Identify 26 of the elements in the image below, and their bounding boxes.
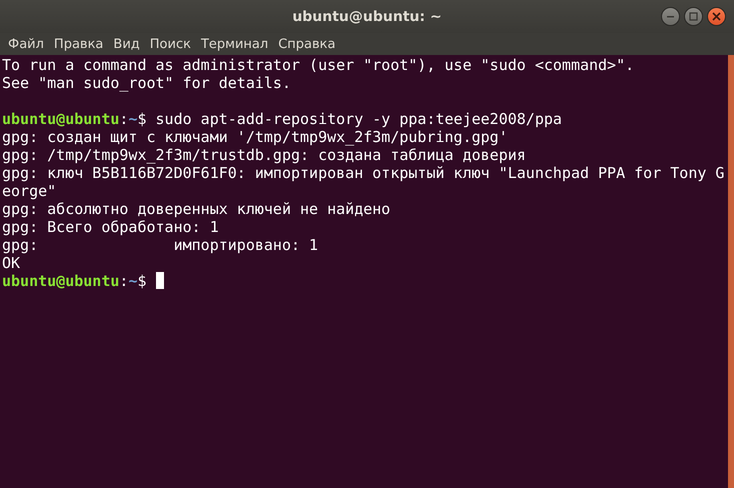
terminal-line: gpg: Всего обработано: 1 — [2, 218, 220, 236]
menu-item[interactable]: Вид — [109, 36, 144, 52]
scrollbar[interactable] — [728, 55, 734, 488]
terminal-area[interactable] — [0, 55, 734, 488]
close-button[interactable] — [707, 7, 726, 26]
terminal-line: gpg: абсолютно доверенных ключей не найдено — [2, 200, 392, 218]
maximize-button[interactable] — [684, 7, 703, 26]
menu-item[interactable]: Правка — [50, 36, 108, 52]
terminal-line: To run a command as administrator (user "root"), use "sudo <command>". — [2, 56, 636, 74]
maximize-icon — [689, 12, 698, 21]
close-icon — [712, 12, 721, 21]
terminal-line: eorge" — [2, 182, 58, 200]
terminal-line: gpg: создан щит с ключами '/tmp/tmp9wx_2f3m/pubring.gpg' — [2, 128, 509, 146]
menu-item[interactable]: Поиск — [146, 36, 195, 52]
terminal-line: See "man sudo_root" for details. — [2, 74, 292, 92]
terminal-line: gpg: ключ B5B116B72D0F61F0: импортирован открытый ключ "Launchpad PPA for Tony G — [2, 164, 726, 182]
window-title: ubuntu@ubuntu: ~ — [292, 8, 442, 24]
terminal-line: OK — [2, 254, 22, 272]
menu-item[interactable]: Справка — [274, 36, 340, 52]
menu-item[interactable]: Терминал — [196, 36, 272, 52]
terminal-prompt: ubuntu@ubuntu:~$ sudo apt-add-repository -y ppa:teejee2008/ppa — [2, 110, 562, 128]
menu-item[interactable]: Файл — [4, 36, 48, 52]
terminal-line: gpg: импортировано: 1 — [2, 236, 320, 254]
terminal-line: gpg: /tmp/tmp9wx_2f3m/trustdb.gpg: создана таблица доверия — [2, 146, 527, 164]
terminal-prompt: ubuntu@ubuntu:~$ — [2, 272, 148, 290]
minimize-button[interactable] — [661, 7, 680, 26]
